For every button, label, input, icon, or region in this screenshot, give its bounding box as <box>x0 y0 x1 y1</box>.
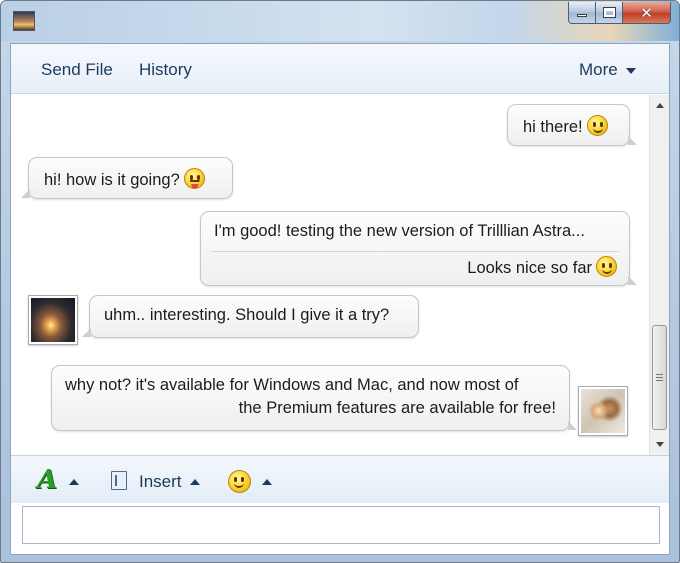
insert-menu-arrow-icon[interactable] <box>190 479 200 485</box>
message-bubble-incoming: hi! how is it going? <box>21 157 233 199</box>
client-area: Send File History More hi there! hi! how… <box>10 43 670 555</box>
more-menu-button[interactable]: More <box>579 60 636 80</box>
bubble-tail <box>628 276 637 285</box>
close-button[interactable]: ✕ <box>623 2 671 24</box>
emoticon-menu-arrow-icon[interactable] <box>262 479 272 485</box>
grip-line <box>656 380 663 381</box>
bubble-tail <box>568 421 577 430</box>
grip-line <box>656 374 663 375</box>
compose-toolbar: A Insert <box>11 455 669 503</box>
maximize-button[interactable] <box>596 2 623 24</box>
window-controls: ✕ <box>568 2 671 24</box>
close-icon: ✕ <box>640 3 653 22</box>
message-input[interactable] <box>22 506 660 544</box>
grip-line <box>656 377 663 378</box>
arrow-down-icon <box>655 442 664 447</box>
minimize-icon <box>577 14 587 17</box>
history-button[interactable]: History <box>139 60 192 80</box>
my-avatar[interactable] <box>578 386 628 436</box>
title-bar[interactable]: ✕ <box>1 1 679 41</box>
bubble-tail <box>82 328 91 337</box>
message-text: hi there! <box>523 118 583 136</box>
bubble-tail <box>21 189 30 198</box>
message-list: hi there! hi! how is it going? I'm good!… <box>11 95 649 455</box>
window-title <box>45 12 255 30</box>
emoticon-picker-button[interactable] <box>228 470 251 493</box>
more-label: More <box>579 60 618 79</box>
insert-button[interactable]: Insert <box>139 472 182 492</box>
smile-icon <box>586 115 608 136</box>
app-icon <box>13 11 35 31</box>
insert-document-icon[interactable] <box>111 471 127 490</box>
cat-avatar-image <box>581 389 625 433</box>
minimize-button[interactable] <box>568 2 596 24</box>
message-text-line2: Looks nice so far <box>467 256 617 278</box>
scroll-down-button[interactable] <box>650 436 669 453</box>
vertical-scrollbar[interactable] <box>649 95 669 455</box>
scroll-thumb[interactable] <box>652 325 667 430</box>
message-bubble-outgoing: why not? it's available for Windows and … <box>51 365 577 431</box>
message-text: hi! how is it going? <box>44 171 180 189</box>
smile-icon <box>228 470 251 493</box>
tongue-icon <box>183 168 205 189</box>
send-file-button[interactable]: Send File <box>41 60 113 80</box>
message-text-line1: I'm good! testing the new version of Tri… <box>214 222 585 240</box>
smile-icon <box>596 256 617 277</box>
bubble-tail <box>628 136 637 145</box>
sunset-avatar-image <box>31 298 75 342</box>
message-bubble-incoming: uhm.. interesting. Should I give it a tr… <box>82 295 419 338</box>
message-bubble-outgoing: I'm good! testing the new version of Tri… <box>200 211 637 286</box>
message-text: Looks nice so far <box>467 259 592 277</box>
font-style-icon[interactable]: A <box>37 467 57 493</box>
toolbar: Send File History More <box>11 44 669 94</box>
chevron-down-icon <box>625 67 636 74</box>
maximize-icon <box>602 7 616 18</box>
message-bubble-outgoing: hi there! <box>507 104 637 146</box>
chat-window: ✕ Send File History More hi there! hi! h… <box>0 0 680 563</box>
message-text-line1: why not? it's available for Windows and … <box>65 376 519 394</box>
message-text: uhm.. interesting. Should I give it a tr… <box>104 306 390 324</box>
contact-avatar[interactable] <box>28 295 78 345</box>
arrow-up-icon <box>655 103 664 108</box>
scroll-up-button[interactable] <box>650 97 669 114</box>
message-divider <box>211 251 619 252</box>
message-text-line2: the Premium features are available for f… <box>238 399 556 417</box>
font-menu-arrow-icon[interactable] <box>69 479 79 485</box>
